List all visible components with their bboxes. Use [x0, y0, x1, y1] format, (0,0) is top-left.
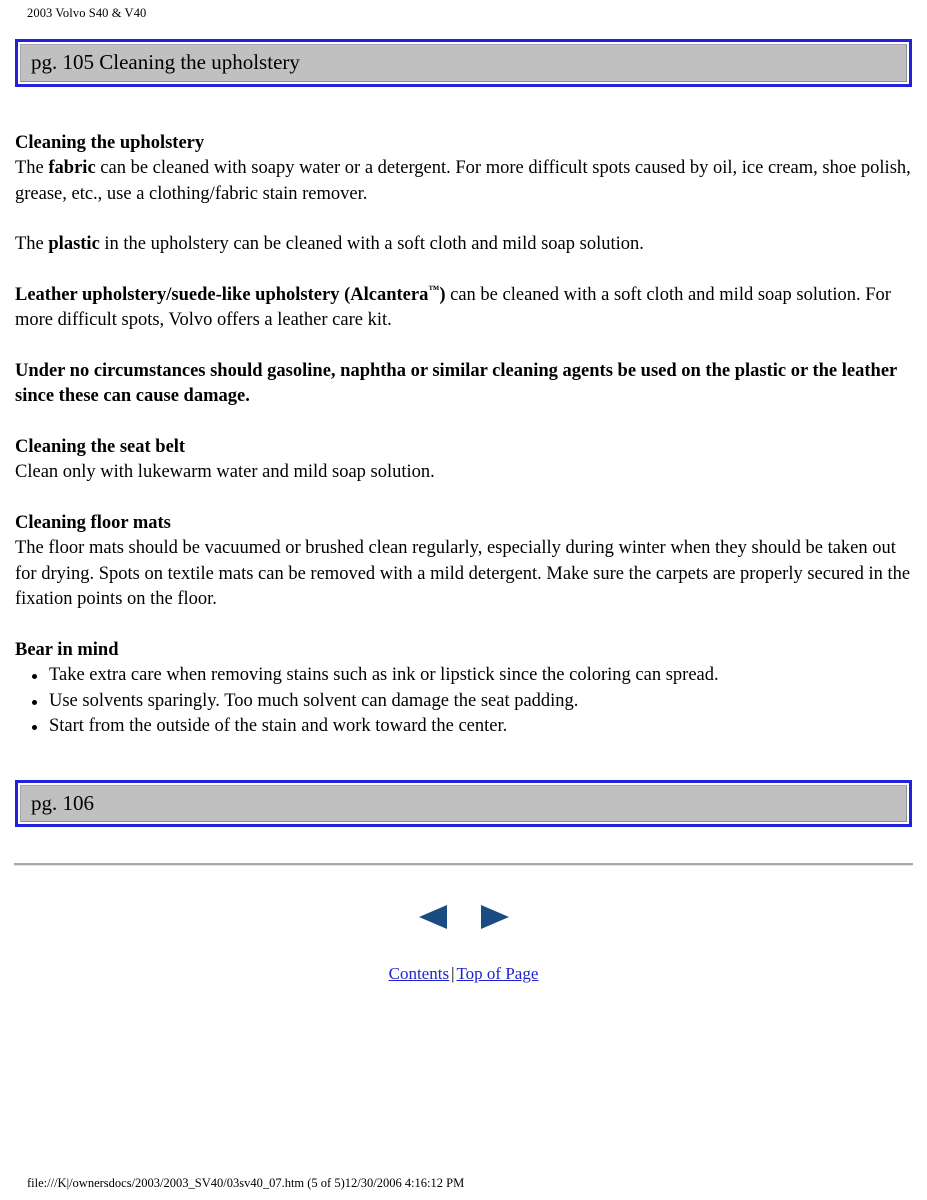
list-item: Use solvents sparingly. Too much solvent…	[32, 689, 912, 715]
document-footer: file:///K|/ownersdocs/2003/2003_SV40/03s…	[27, 1176, 465, 1190]
fabric-text-pre: The	[15, 158, 49, 179]
page-banner-bottom-label: pg. 106	[20, 784, 907, 823]
plastic-text-pre: The	[15, 234, 49, 255]
document-page: 2003 Volvo S40 & V40 pg. 105 Cleaning th…	[0, 0, 927, 1190]
warning-bold: Under no circumstances should gasoline, …	[15, 360, 897, 407]
page-banner-bottom: pg. 106	[15, 779, 912, 828]
trademark-symbol: ™	[428, 283, 440, 296]
page-banner-top: pg. 105 Cleaning the upholstery	[15, 38, 912, 87]
plastic-text-post: in the upholstery can be cleaned with a …	[99, 234, 644, 255]
paragraph-seat-belt: Clean only with lukewarm water and mild …	[15, 462, 435, 483]
heading-cleaning-upholstery: Cleaning the upholstery	[15, 132, 205, 153]
paragraph-plastic: The plastic in the upholstery can be cle…	[15, 232, 912, 258]
page-banner-top-label: pg. 105 Cleaning the upholstery	[20, 43, 907, 82]
horizontal-divider	[14, 863, 913, 867]
heading-cleaning-seat-belt: Cleaning the seat belt	[15, 436, 186, 457]
document-content: Cleaning the upholstery The fabric can b…	[0, 87, 927, 780]
document-header: 2003 Volvo S40 & V40	[27, 6, 147, 20]
leather-bold: Leather upholstery/suede-like upholstery…	[15, 284, 429, 305]
navigation-links: Contents | Top of Page	[0, 964, 927, 984]
heading-cleaning-floor-mats: Cleaning floor mats	[15, 512, 171, 533]
paragraph-fabric: The fabric can be cleaned with soapy wat…	[15, 156, 912, 207]
contents-link[interactable]: Contents	[389, 964, 449, 983]
paragraph-floor-mats: The floor mats should be vacuumed or bru…	[15, 538, 911, 610]
list-item: Start from the outside of the stain and …	[32, 714, 912, 740]
heading-bear-in-mind: Bear in mind	[15, 639, 119, 660]
fabric-text-post: can be cleaned with soapy water or a det…	[15, 158, 911, 204]
right-triangle-icon[interactable]	[477, 899, 513, 935]
paragraph-warning: Under no circumstances should gasoline, …	[15, 359, 912, 410]
bear-in-mind-list: Take extra care when removing stains suc…	[15, 663, 912, 740]
top-of-page-link[interactable]: Top of Page	[456, 964, 538, 983]
list-item: Take extra care when removing stains suc…	[32, 663, 912, 689]
navigation-arrows	[0, 899, 927, 935]
fabric-bold: fabric	[48, 158, 96, 179]
plastic-bold: plastic	[48, 234, 100, 255]
left-triangle-icon[interactable]	[415, 899, 451, 935]
paragraph-leather: Leather upholstery/suede-like upholstery…	[15, 283, 912, 334]
